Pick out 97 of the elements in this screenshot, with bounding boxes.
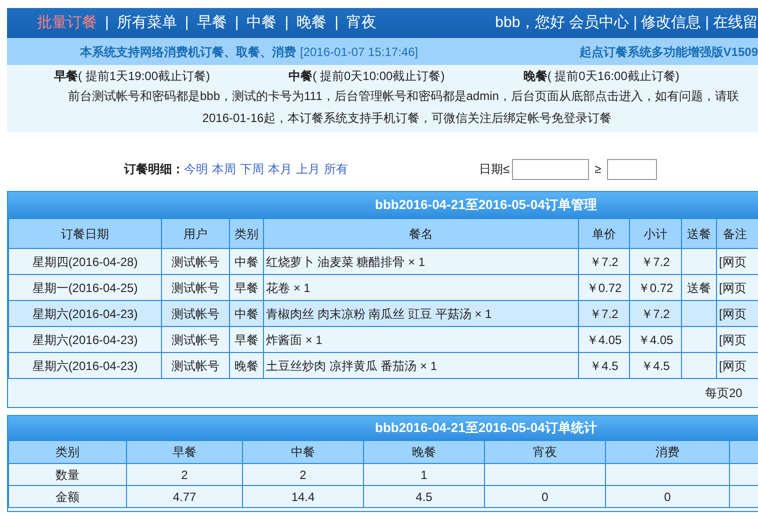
table-cell: ￥7.2	[590, 306, 618, 320]
nav-separator: |	[184, 12, 189, 33]
table-cell: ￥4.05	[586, 332, 622, 346]
table-row[interactable]: 星期六(2016-04-23) 测试帐号 中餐 青椒肉丝 肉末凉粉 南瓜丝 豇豆 平菇汤 × 1 ￥7.2 ￥7.2 [网页	[8, 300, 758, 326]
nav-link[interactable]: 晚餐	[296, 12, 327, 34]
column-header: 晚餐	[412, 445, 436, 459]
table-cell: 数量	[56, 468, 80, 482]
nav-link[interactable]: 中餐	[246, 12, 277, 34]
table-cell: ￥0.72	[586, 280, 622, 294]
filter-link[interactable]: 下周	[240, 160, 264, 178]
nav-separator: |	[234, 12, 239, 33]
table-cell: 星期六(2016-04-23)	[32, 332, 138, 346]
filter-link[interactable]: 上月	[296, 160, 320, 178]
pagination-text: 每页20	[705, 385, 742, 402]
table-cell: ￥7.2	[641, 306, 670, 320]
nav-separator: |	[334, 12, 339, 33]
date-label: 日期≤	[479, 161, 510, 178]
column-header: 消费	[656, 445, 680, 459]
table-row[interactable]: 星期六(2016-04-23) 测试帐号 早餐 炸酱面 × 1 ￥4.05 ￥4.05 [网页	[8, 326, 758, 352]
table-cell: ￥4.05	[638, 332, 674, 346]
nav-link[interactable]: 宵夜	[346, 12, 377, 34]
table-cell: 送餐	[687, 280, 711, 294]
table-row[interactable]: 星期一(2016-04-25) 测试帐号 早餐 花卷 × 1 ￥0.72 ￥0.72 送餐 [网页	[8, 274, 758, 300]
table-cell: 星期四(2016-04-28)	[32, 254, 138, 268]
table-cell: 0	[542, 490, 548, 504]
table-cell: 4.5	[416, 490, 432, 504]
table-cell: ￥4.5	[590, 358, 618, 372]
table-title: bbb2016-04-21至2016-05-04订单管理	[375, 196, 597, 214]
table-cell: ￥7.2	[641, 254, 670, 268]
table-cell: 测试帐号	[172, 332, 220, 346]
table-cell: 2	[300, 468, 306, 482]
table-cell: 星期一(2016-04-25)	[32, 280, 138, 294]
table-cell: [网页	[719, 306, 746, 320]
table-cell: 土豆丝炒肉 凉拌黄瓜 番茄汤 × 1	[266, 358, 438, 372]
table-cell: [网页	[719, 254, 746, 268]
table-cell: [网页	[719, 280, 746, 294]
deadline-text: 晚餐( 提前0天16:00截止订餐)	[523, 68, 680, 85]
column-header: 中餐	[291, 445, 315, 459]
column-header: 早餐	[172, 445, 196, 459]
column-header: 餐名	[264, 218, 578, 248]
deadline-text: 中餐( 提前0天10:00截止订餐)	[288, 68, 446, 85]
table-cell: 星期六(2016-04-23)	[32, 358, 138, 372]
info-text: 2016-01-16起，本订餐系统支持手机订餐，可微信关注后绑定帐号免登录订餐	[202, 110, 612, 127]
filter-link[interactable]: 本月	[268, 160, 292, 178]
table-cell: 早餐	[234, 332, 258, 346]
date-field[interactable]	[512, 158, 589, 180]
nav-separator: |	[705, 12, 709, 33]
table-cell: 青椒肉丝 肉末凉粉 南瓜丝 豇豆 平菇汤 × 1	[266, 306, 492, 320]
column-header: 类别	[56, 445, 80, 459]
table-cell: 金额	[56, 490, 80, 504]
table-cell: 2	[181, 468, 188, 482]
nav-separator: |	[633, 12, 638, 33]
table-row[interactable]: 星期四(2016-04-28) 测试帐号 中餐 红烧萝卜 油麦菜 糖醋排骨 × 1 ￥7.2 ￥7.2 [网页	[8, 248, 758, 274]
filter-link[interactable]: 所有	[324, 160, 348, 178]
filter-link[interactable]: 本周	[212, 160, 236, 178]
table-cell: 炸酱面 × 1	[266, 332, 322, 346]
table-cell: 花卷 × 1	[266, 280, 310, 294]
table-cell: 测试帐号	[172, 254, 220, 268]
table-cell: 测试帐号	[172, 358, 220, 372]
column-header: 宵夜	[533, 445, 557, 459]
table-cell: 0	[664, 490, 671, 504]
table-cell: 星期六(2016-04-23)	[32, 306, 138, 320]
table-cell: 晚餐	[234, 358, 258, 372]
table-row[interactable]: 星期六(2016-04-23) 测试帐号 晚餐 土豆丝炒肉 凉拌黄瓜 番茄汤 × 1 ￥4.5 ￥4.5 [网页	[8, 352, 758, 378]
table-cell: 早餐	[234, 280, 258, 294]
filter-link[interactable]: 今明	[184, 160, 208, 178]
table-cell: 中餐	[234, 306, 258, 320]
notice-text: 本系统支持网络消费机订餐、取餐、消费	[80, 44, 296, 60]
date-field[interactable]	[607, 158, 658, 180]
deadline-text: 早餐( 提前1天19:00截止订餐)	[54, 68, 212, 85]
table-cell: 测试帐号	[172, 280, 220, 294]
datetime-text: [2016-01-07 15:17:46]	[300, 44, 418, 60]
table-cell: [网页	[719, 332, 746, 346]
info-text: 前台测试帐号和密码都是bbb，测试的卡号为111，后台管理帐号和密码都是admin，后台页面从底部点击进入，如有问题，请联	[68, 88, 739, 105]
user-link[interactable]: 会员中心	[569, 12, 630, 34]
user-link[interactable]: 修改信息	[641, 12, 702, 34]
table-cell: [网页	[719, 358, 746, 372]
table-cell: ￥7.2	[590, 254, 618, 268]
table-cell: 中餐	[234, 254, 258, 268]
column-header: 订餐日期	[8, 218, 162, 248]
greeting-text: bbb，您好	[495, 12, 566, 33]
table-cell: ￥0.72	[638, 280, 674, 294]
table-cell: 1	[420, 468, 428, 482]
table-cell: ￥4.5	[641, 358, 670, 372]
filter-label: 订餐明细：	[124, 161, 184, 178]
user-link[interactable]: 在线留	[713, 12, 758, 34]
table-cell: 红烧萝卜 油麦菜 糖醋排骨 × 1	[266, 254, 426, 268]
date-label: ≥	[594, 161, 602, 178]
nav-link[interactable]: 早餐	[196, 12, 227, 34]
table-title: bbb2016-04-21至2016-05-04订单统计	[375, 419, 597, 438]
table-cell: 4.77	[172, 490, 196, 504]
table-cell: 测试帐号	[172, 306, 220, 320]
nav-separator: |	[105, 12, 109, 33]
version-text: 起点订餐系统多功能增强版V1509	[579, 44, 758, 60]
nav-link[interactable]: 所有菜单	[116, 12, 177, 34]
nav-separator: |	[284, 12, 289, 33]
table-cell: 14.4	[291, 490, 315, 504]
